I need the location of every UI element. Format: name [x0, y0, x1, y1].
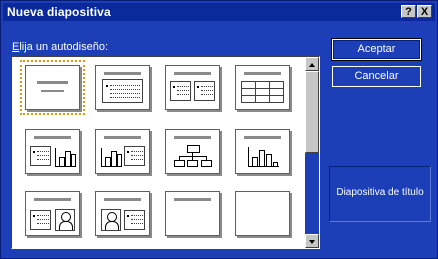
- close-icon: X: [420, 6, 429, 18]
- title-placeholder: [244, 72, 281, 75]
- scroll-thumb[interactable]: [305, 71, 319, 153]
- text-placeholder: [30, 210, 51, 230]
- title-placeholder: [174, 72, 211, 75]
- scroll-down-button[interactable]: [305, 234, 319, 248]
- text-placeholder-right: [194, 81, 215, 101]
- help-button[interactable]: ?: [401, 5, 416, 18]
- chart-icon: [55, 148, 76, 167]
- title-placeholder: [104, 136, 141, 139]
- arrow-up-icon: [309, 63, 315, 67]
- layout-title-slide[interactable]: [20, 60, 85, 115]
- vertical-scrollbar[interactable]: [305, 57, 319, 248]
- title-placeholder: [37, 81, 68, 84]
- window-title: Nueva diapositiva: [7, 5, 111, 19]
- layout-title-only[interactable]: [165, 191, 220, 236]
- cancel-button[interactable]: Cancelar: [332, 66, 421, 87]
- ok-button[interactable]: Aceptar: [331, 38, 422, 61]
- layout-blank[interactable]: [235, 191, 290, 236]
- title-placeholder: [104, 72, 141, 75]
- title-placeholder: [174, 136, 211, 139]
- autolayout-list[interactable]: [11, 56, 320, 249]
- layout-table[interactable]: [235, 65, 290, 110]
- chart-icon: [248, 147, 279, 167]
- title-placeholder: [34, 198, 71, 201]
- chart-icon: [101, 148, 122, 167]
- layout-list-label: Elija un autodiseño:: [12, 40, 108, 54]
- title-placeholder: [104, 198, 141, 201]
- preview-layout-name: Diapositiva de título: [336, 187, 424, 198]
- close-button[interactable]: X: [417, 5, 432, 18]
- layout-clipart-and-text[interactable]: [95, 191, 150, 236]
- label-text: lija un autodiseño:: [19, 41, 109, 53]
- org-chart-icon: [174, 145, 212, 167]
- layout-two-column-text[interactable]: [165, 65, 220, 110]
- layout-text-and-chart[interactable]: [25, 129, 80, 174]
- layout-text-and-clipart[interactable]: [25, 191, 80, 236]
- text-placeholder: [124, 210, 145, 230]
- clipart-icon: [101, 209, 121, 231]
- clipart-icon: [55, 209, 75, 231]
- layout-org-chart[interactable]: [165, 129, 220, 174]
- title-placeholder: [34, 136, 71, 139]
- layout-chart-and-text[interactable]: [95, 129, 150, 174]
- text-placeholder: [124, 146, 145, 166]
- new-slide-dialog: Nueva diapositiva ? X Elija un autodiseñ…: [0, 0, 438, 259]
- scroll-up-button[interactable]: [305, 57, 319, 71]
- text-placeholder: [102, 79, 143, 103]
- layout-bulleted-text[interactable]: [95, 65, 150, 110]
- title-placeholder: [174, 198, 211, 201]
- arrow-down-icon: [309, 240, 315, 244]
- subtitle-placeholder: [41, 90, 64, 92]
- table-icon: [241, 81, 284, 103]
- layout-chart[interactable]: [235, 129, 290, 174]
- layout-preview-panel: Diapositiva de título: [329, 166, 431, 222]
- title-bar[interactable]: Nueva diapositiva ? X: [3, 3, 435, 21]
- text-placeholder-left: [170, 81, 191, 101]
- help-icon: ?: [405, 6, 412, 18]
- text-placeholder: [30, 146, 51, 166]
- title-placeholder: [244, 136, 281, 139]
